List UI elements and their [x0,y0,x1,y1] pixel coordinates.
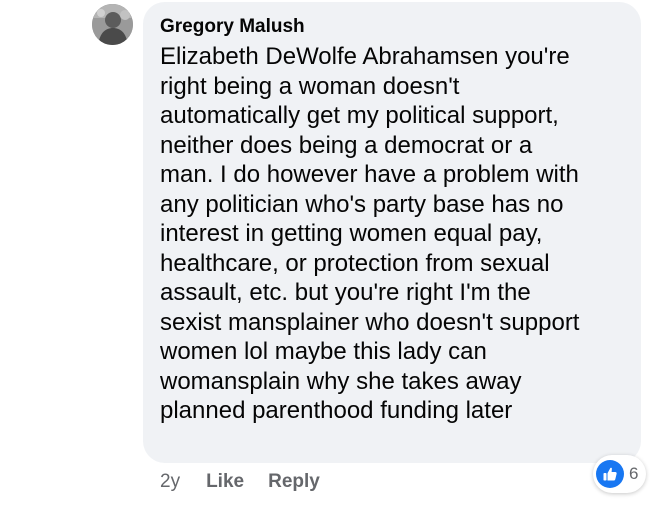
comment-text: Elizabeth DeWolfe Abrahamsen you're righ… [160,43,580,424]
comment-actions: 2y Like Reply [160,469,320,495]
reply-button[interactable]: Reply [268,471,320,493]
thumbs-up-icon [596,460,624,488]
comment-author-name[interactable]: Gregory Malush [160,14,627,40]
reaction-summary[interactable]: 6 [593,455,647,493]
comment-timestamp[interactable]: 2y [160,471,180,493]
author-avatar[interactable] [92,4,133,45]
like-button[interactable]: Like [206,471,244,493]
reaction-count: 6 [629,464,639,483]
comment-bubble: Gregory Malush Elizabeth DeWolfe Abraham… [143,2,641,463]
